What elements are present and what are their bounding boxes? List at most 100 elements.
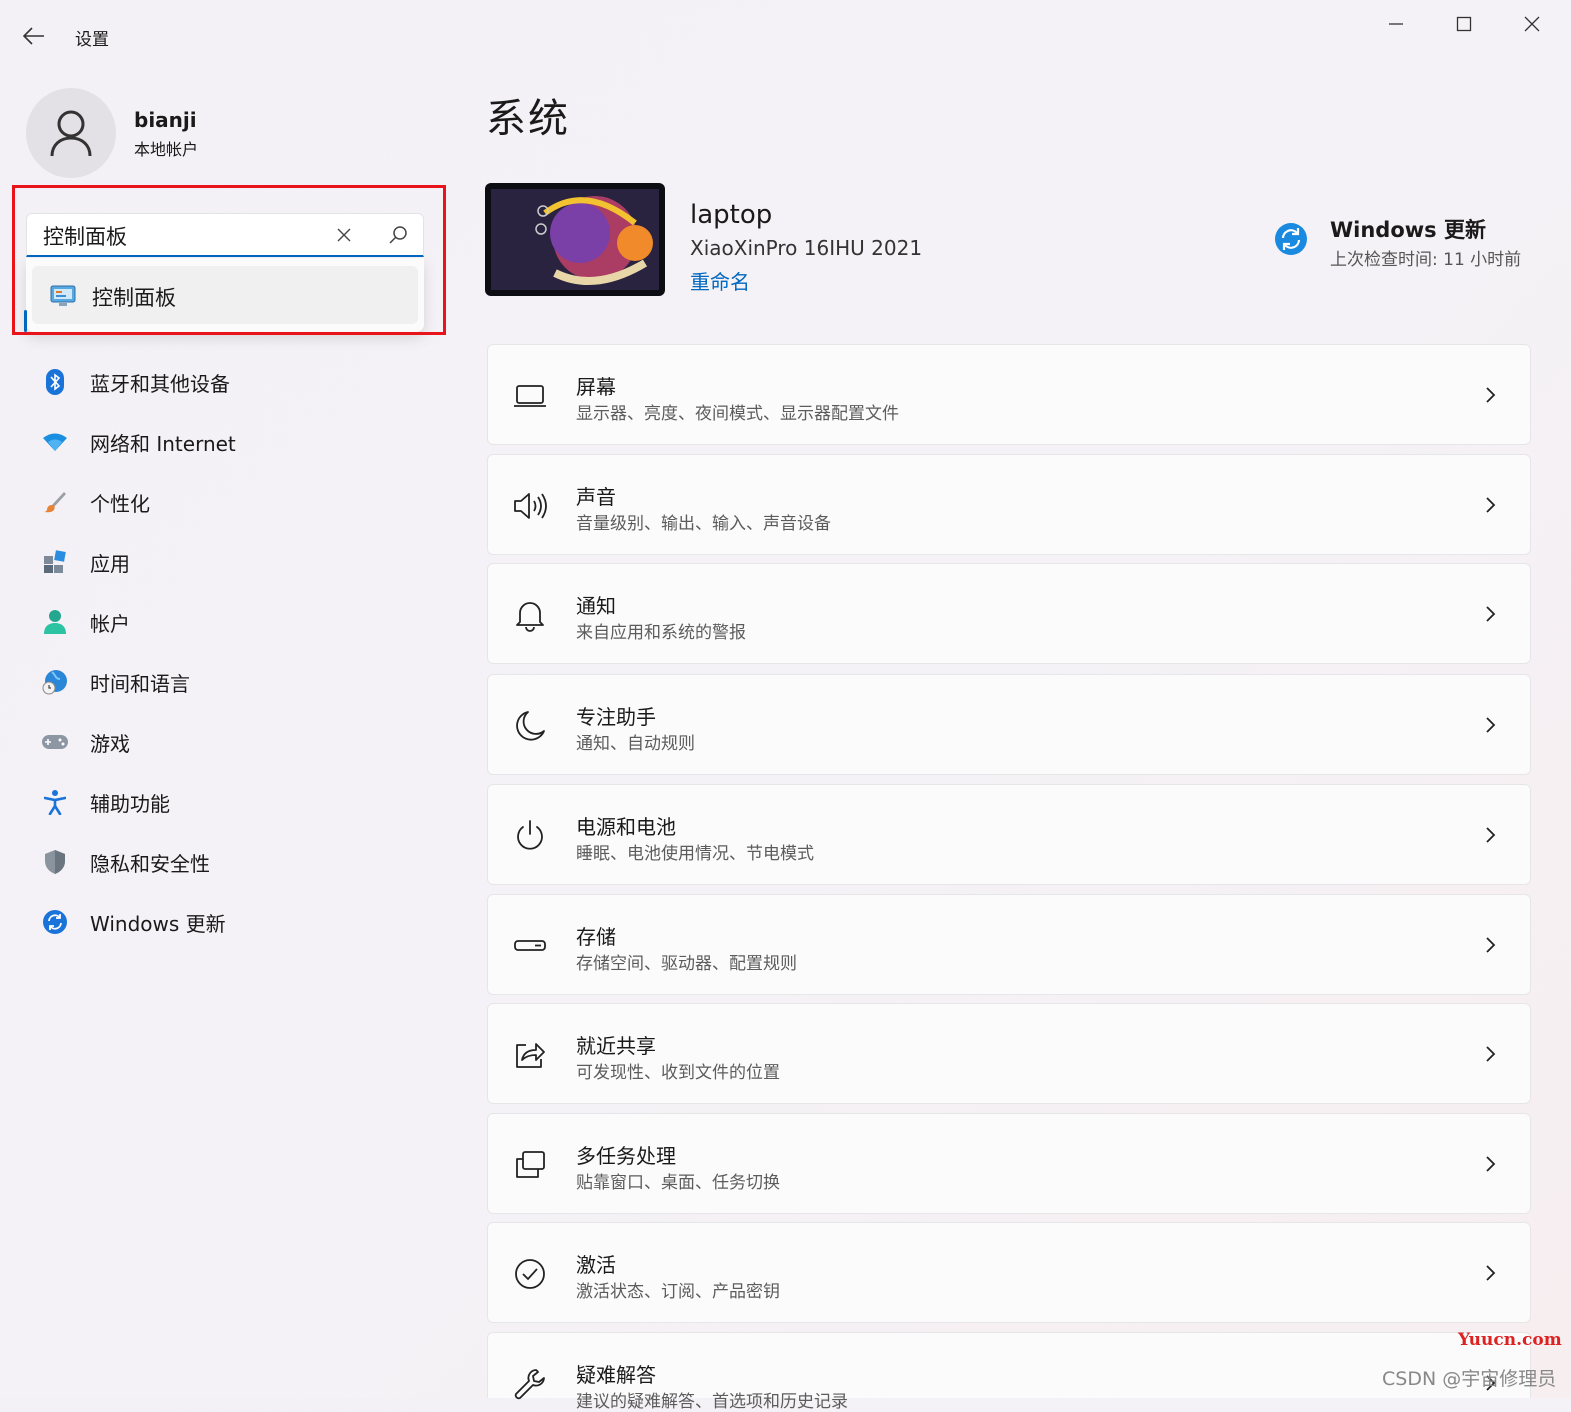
moon-icon [516,711,545,741]
wrench-icon [514,1369,545,1400]
shield-icon [30,849,80,875]
close-icon [1524,16,1540,32]
card-display[interactable]: 屏幕 显示器、亮度、夜间模式、显示器配置文件 [487,344,1531,445]
card-sound[interactable]: 声音 音量级别、输出、输入、声音设备 [487,454,1531,555]
brush-icon [30,490,80,514]
person-outline-icon [50,110,92,157]
card-title: 通知 [576,594,616,618]
nav-item-network[interactable]: 网络和 Internet [30,416,440,468]
watermark-site: Yuucn.com [1458,1330,1562,1350]
apps-icon [30,550,80,574]
nav-item-accounts[interactable]: 帐户 [30,596,440,648]
card-title: 疑难解答 [576,1363,656,1387]
accessibility-icon [30,789,80,815]
nav-item-bluetooth[interactable]: 蓝牙和其他设备 [30,356,440,408]
card-title: 声音 [576,485,616,509]
card-notifications[interactable]: 通知 来自应用和系统的警报 [487,563,1531,664]
update-icon [30,909,80,935]
card-focus-assist[interactable]: 专注助手 通知、自动规则 [487,674,1531,775]
chevron-right-icon [1486,717,1496,733]
nav-label: 时间和语言 [90,671,190,696]
power-icon [517,820,543,850]
share-icon [516,1043,545,1068]
close-button[interactable] [1498,0,1566,48]
chevron-right-icon [1486,606,1496,622]
chevron-right-icon [1486,937,1496,953]
nav-label: 帐户 [90,611,130,636]
card-title: 多任务处理 [576,1144,676,1168]
device-name: laptop [690,200,773,230]
nav-label: 个性化 [90,491,150,516]
bluetooth-icon [30,369,80,395]
highlight-box [12,185,446,335]
speaker-icon [514,493,547,519]
page-title: 系统 [486,96,570,142]
avatar[interactable] [26,88,116,178]
display-icon [514,385,546,407]
check-circle-icon [515,1259,545,1289]
card-title: 屏幕 [576,375,616,399]
windows-update-last-check: 上次检查时间: 11 小时前 [1330,250,1522,270]
nav-label: 游戏 [90,731,130,756]
maximize-icon [1456,16,1472,32]
card-subtitle: 可发现性、收到文件的位置 [576,1063,780,1083]
card-subtitle: 睡眠、电池使用情况、节电模式 [576,844,814,864]
nav-label: 应用 [90,551,130,576]
desktop-wallpaper-thumbnail[interactable] [485,183,665,296]
card-title: 存储 [576,925,616,949]
globe-clock-icon [30,669,80,695]
card-subtitle: 贴靠窗口、桌面、任务切换 [576,1173,780,1193]
minimize-icon [1389,23,1403,25]
card-subtitle: 激活状态、订阅、产品密钥 [576,1282,780,1302]
card-subtitle: 建议的疑难解答、首选项和历史记录 [576,1392,848,1412]
rename-link[interactable]: 重命名 [690,266,750,295]
card-activation[interactable]: 激活 激活状态、订阅、产品密钥 [487,1222,1531,1323]
card-storage[interactable]: 存储 存储空间、驱动器、配置规则 [487,894,1531,995]
device-model: XiaoXinPro 16IHU 2021 [690,236,923,260]
wifi-icon [30,432,80,452]
chevron-right-icon [1486,1265,1496,1281]
card-title: 激活 [576,1253,616,1277]
user-name: bianji [134,108,197,132]
chevron-right-icon [1486,1156,1496,1172]
nav-label: 蓝牙和其他设备 [90,371,230,396]
nav-item-apps[interactable]: 应用 [30,536,440,588]
card-title: 电源和电池 [576,815,676,839]
back-arrow-icon [23,27,44,45]
card-multitasking[interactable]: 多任务处理 贴靠窗口、桌面、任务切换 [487,1113,1531,1214]
card-nearby-sharing[interactable]: 就近共享 可发现性、收到文件的位置 [487,1003,1531,1104]
card-title: 就近共享 [576,1034,656,1058]
chevron-right-icon [1486,827,1496,843]
card-subtitle: 通知、自动规则 [576,734,695,754]
nav-item-privacy[interactable]: 隐私和安全性 [30,836,440,888]
nav-item-gaming[interactable]: 游戏 [30,716,440,768]
windows-update-title[interactable]: Windows 更新 [1330,214,1486,244]
chevron-right-icon [1486,387,1496,403]
multitask-icon [516,1151,545,1178]
card-subtitle: 来自应用和系统的警报 [576,623,746,643]
card-subtitle: 显示器、亮度、夜间模式、显示器配置文件 [576,404,899,424]
nav-item-accessibility[interactable]: 辅助功能 [30,776,440,828]
chevron-right-icon [1486,497,1496,513]
nav-item-personalization[interactable]: 个性化 [30,476,440,528]
chevron-right-icon [1486,1046,1496,1062]
account-type: 本地帐户 [134,140,199,159]
gamepad-icon [30,733,80,751]
nav-item-windows-update[interactable]: Windows 更新 [30,896,440,948]
storage-icon [514,940,546,951]
card-power-battery[interactable]: 电源和电池 睡眠、电池使用情况、节电模式 [487,784,1531,885]
windows-update-icon[interactable] [1274,222,1308,256]
minimize-button[interactable] [1362,0,1430,48]
card-subtitle: 音量级别、输出、输入、声音设备 [576,514,831,534]
nav-label: 网络和 Internet [90,431,236,456]
nav-label: 辅助功能 [90,791,170,816]
nav-label: Windows 更新 [90,911,226,936]
nav-item-time-language[interactable]: 时间和语言 [30,656,440,708]
title-bar [0,0,1571,70]
app-title: 设置 [75,30,109,50]
nav-label: 隐私和安全性 [90,851,210,876]
back-button[interactable] [14,20,54,52]
card-troubleshoot[interactable]: 疑难解答 建议的疑难解答、首选项和历史记录 [487,1332,1531,1412]
card-subtitle: 存储空间、驱动器、配置规则 [576,954,797,974]
maximize-button[interactable] [1430,0,1498,48]
